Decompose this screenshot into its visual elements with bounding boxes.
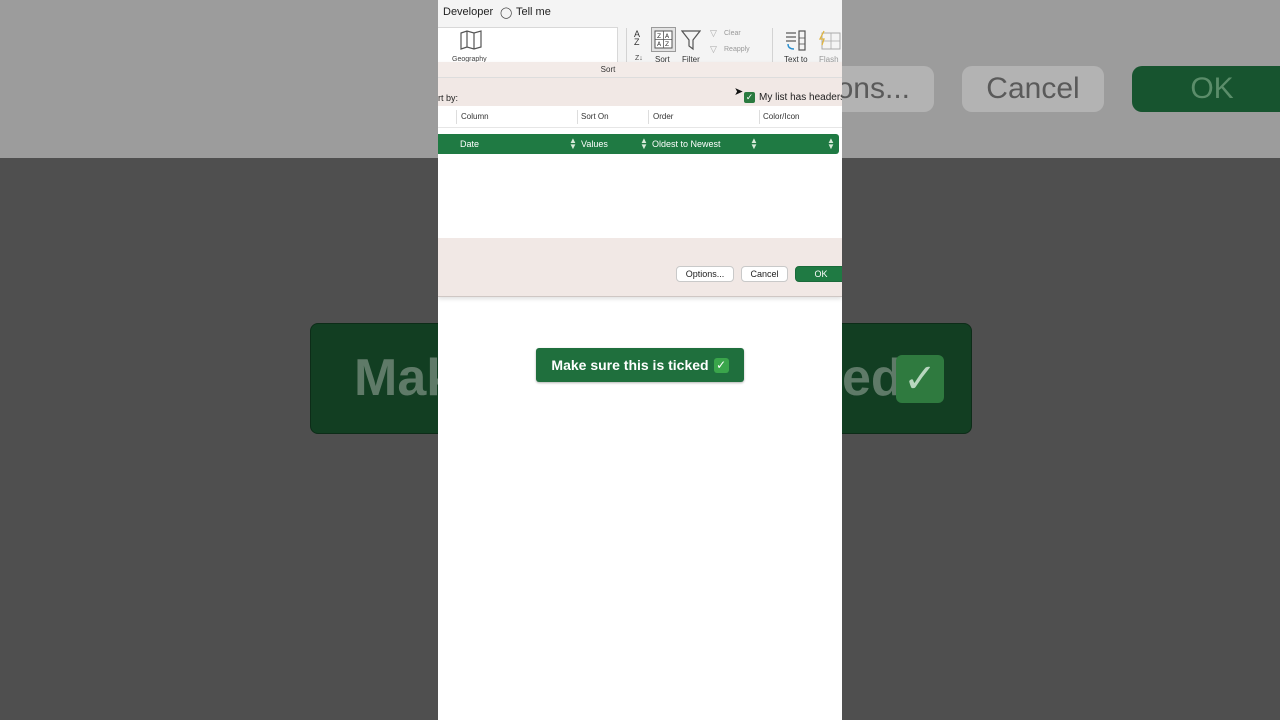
- sort-dialog: Sort rt by: ➤ ✓ My list has headers Colu…: [438, 62, 842, 297]
- sort-descending-label[interactable]: Z↓: [635, 55, 643, 62]
- column-divider: [759, 110, 760, 124]
- geography-map-icon: [460, 30, 482, 50]
- background-banner-right-text: ed: [842, 349, 903, 407]
- svg-text:Z: Z: [665, 41, 669, 48]
- column-divider: [577, 110, 578, 124]
- screen-panel: Developer ◯ Tell me Geography AZ Z↓ Z A …: [438, 0, 842, 720]
- chevron-updown-icon: ▲ ▼: [640, 136, 648, 151]
- column-header-sort-on: Sort On: [581, 112, 609, 121]
- reapply-button[interactable]: Reapply: [724, 46, 750, 53]
- header-separator: [438, 127, 842, 128]
- column-select[interactable]: Date: [460, 139, 479, 149]
- column-divider: [648, 110, 649, 124]
- background-check-icon: ✓: [896, 355, 944, 403]
- ribbon: Developer ◯ Tell me Geography AZ Z↓ Z A …: [438, 0, 842, 65]
- column-divider: [456, 110, 457, 124]
- chevron-updown-icon: ▲ ▼: [569, 136, 577, 151]
- sort-levels-table: Column Sort On Order Color/Icon Date ▲ ▼ …: [438, 106, 842, 238]
- tab-developer[interactable]: Developer: [443, 6, 493, 18]
- text-to-columns-icon[interactable]: [784, 29, 808, 53]
- headers-checkbox-label[interactable]: My list has headers: [759, 92, 842, 103]
- ribbon-separator: [772, 28, 773, 62]
- reapply-filter-icon: ▽: [710, 44, 717, 54]
- ok-button[interactable]: OK: [795, 266, 842, 282]
- background-ok-button: OK: [1132, 66, 1280, 112]
- sort-ascending-icon[interactable]: AZ: [634, 30, 640, 47]
- tip-banner: Make sure this is ticked ✓: [536, 348, 744, 382]
- tab-tell-me[interactable]: Tell me: [516, 6, 551, 18]
- clear-filter-icon: ▽: [710, 28, 717, 38]
- background-cancel-button: Cancel: [962, 66, 1104, 112]
- chevron-updown-icon: ▲ ▼: [750, 136, 758, 151]
- lightbulb-icon: ◯: [500, 7, 513, 19]
- filter-funnel-icon[interactable]: [681, 29, 701, 51]
- flash-fill-icon[interactable]: [818, 29, 842, 53]
- options-button[interactable]: Options...: [676, 266, 734, 282]
- sort-button[interactable]: Z A A Z: [651, 27, 676, 52]
- sort-on-select[interactable]: Values: [581, 139, 608, 149]
- tip-banner-text: Make sure this is ticked: [551, 357, 709, 373]
- sort-grid-icon: Z A A Z: [654, 30, 673, 49]
- svg-text:Z: Z: [657, 33, 661, 40]
- cancel-button[interactable]: Cancel: [741, 266, 788, 282]
- ribbon-separator: [626, 28, 627, 62]
- dialog-title-bar: Sort: [438, 62, 842, 78]
- clear-button[interactable]: Clear: [724, 30, 741, 37]
- dialog-title: Sort: [600, 65, 616, 74]
- mouse-cursor-icon: ➤: [734, 86, 744, 98]
- column-header-color-icon: Color/Icon: [763, 112, 800, 121]
- column-header-order: Order: [653, 112, 674, 121]
- order-select[interactable]: Oldest to Newest: [652, 139, 721, 149]
- sort-by-label: rt by:: [438, 93, 459, 103]
- headers-checkbox[interactable]: ✓: [744, 92, 755, 103]
- check-mark-icon: ✓: [713, 357, 729, 373]
- sort-level-row[interactable]: Date ▲ ▼ Values ▲ ▼ Oldest to Newest ▲ ▼ ▲ ▼: [438, 134, 839, 154]
- column-header-column: Column: [461, 112, 489, 121]
- chevron-updown-icon: ▲ ▼: [827, 136, 835, 151]
